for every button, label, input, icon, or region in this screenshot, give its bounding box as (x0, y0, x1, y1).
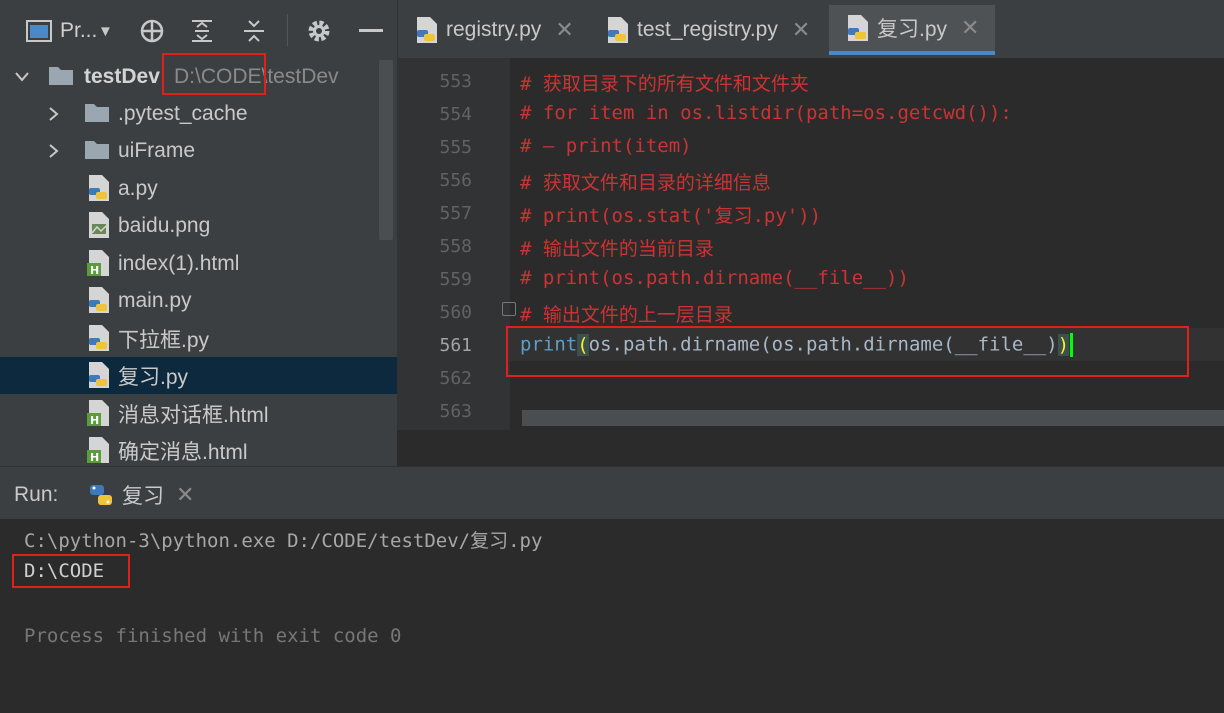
tree-item-label: 消息对话框.html (118, 403, 269, 427)
tree-scrollbar[interactable] (379, 60, 393, 240)
image-file-icon (86, 211, 112, 238)
code-highlight-box (506, 326, 1189, 377)
close-icon[interactable]: ✕ (176, 482, 194, 508)
tab-registry-py[interactable]: registry.py ✕ (414, 5, 574, 55)
tree-item-label: 确定消息.html (118, 440, 248, 464)
folder-icon (84, 100, 110, 126)
line-number: 558 (439, 236, 472, 257)
run-title: Run: (14, 483, 59, 506)
tree-item-label: .pytest_cache (118, 101, 248, 125)
project-view-label[interactable]: Pr... (60, 14, 97, 48)
project-panel: Pr... ▼ testDev D:\CODE\testDev .pytest_… (0, 0, 397, 466)
expand-all-icon[interactable] (186, 14, 218, 48)
locate-target-icon[interactable] (136, 14, 168, 48)
line-number: 562 (439, 368, 472, 389)
tree-item-index-html[interactable]: H index(1).html (0, 245, 397, 282)
collapse-all-icon[interactable] (238, 14, 270, 48)
tree-item-baidu-png[interactable]: baidu.png (0, 207, 397, 244)
tree-item-dropdown-py[interactable]: 下拉框.py (0, 320, 397, 357)
hide-icon[interactable] (354, 14, 388, 48)
code-line: # print(os.stat('复习.py')) (520, 205, 822, 227)
line-number: 556 (439, 170, 472, 191)
fold-marker-icon[interactable] (502, 302, 516, 316)
chevron-down-icon[interactable] (14, 69, 30, 85)
close-icon[interactable]: ✕ (961, 15, 979, 41)
code-line: # 获取目录下的所有文件和文件夹 (520, 73, 809, 95)
run-tab-review[interactable]: 复习 ✕ (88, 473, 194, 517)
html-file-icon: H (86, 436, 112, 464)
run-header: Run: 复习 ✕ (0, 466, 1224, 519)
gear-icon[interactable] (302, 14, 336, 48)
python-icon (88, 482, 114, 508)
tab-review-py[interactable]: 复习.py ✕ (829, 5, 996, 55)
chevron-right-icon[interactable] (46, 143, 62, 159)
editor-tab-bar: registry.py ✕ test_registry.py ✕ 复习.py ✕ (397, 0, 1224, 58)
run-tab-label: 复习 (122, 485, 164, 508)
tab-label: 复习.py (877, 18, 948, 41)
close-icon[interactable]: ✕ (555, 17, 573, 43)
line-number: 557 (439, 203, 472, 224)
tree-item-review-py[interactable]: 复习.py (0, 357, 397, 394)
html-file-icon: H (86, 249, 112, 277)
project-window-icon[interactable] (24, 14, 54, 48)
tree-item-label: main.py (118, 288, 192, 312)
line-number: 563 (439, 401, 472, 422)
python-file-icon (605, 16, 631, 44)
tree-item-label: uiFrame (118, 138, 196, 162)
line-number: 554 (439, 104, 472, 125)
code-line: # 输出文件的当前目录 (520, 238, 714, 260)
python-file-icon (414, 16, 440, 44)
tree-item-uiframe[interactable]: uiFrame (0, 132, 397, 169)
close-icon[interactable]: ✕ (792, 17, 810, 43)
tree-item-pytest-cache[interactable]: .pytest_cache (0, 95, 397, 132)
svg-text:H: H (90, 451, 99, 464)
svg-text:H: H (90, 264, 99, 277)
line-number: 553 (439, 71, 472, 92)
tab-label: registry.py (446, 18, 542, 41)
run-output-exit: Process finished with exit code 0 (24, 625, 402, 647)
project-toolbar: Pr... ▼ (0, 0, 397, 60)
line-number-current: 561 (439, 335, 472, 356)
line-number: 559 (439, 269, 472, 290)
python-file-icon (845, 14, 871, 42)
code-line: # print(os.path.dirname(__file__)) (520, 267, 909, 289)
python-file-icon (86, 174, 112, 201)
tab-test-registry-py[interactable]: test_registry.py ✕ (605, 5, 810, 55)
code-line: # 获取文件和目录的详细信息 (520, 172, 771, 194)
tree-root-name: testDev (84, 64, 160, 88)
tree-item-label: baidu.png (118, 213, 211, 237)
chevron-right-icon[interactable] (46, 106, 62, 122)
code-line: # for item in os.listdir(path=os.getcwd(… (520, 102, 1012, 124)
run-panel: Run: 复习 ✕ C:\python-3\python.exe D:/CODE… (0, 466, 1224, 713)
code-line: # 输出文件的上一层目录 (520, 304, 733, 326)
tree-item-main-py[interactable]: main.py (0, 282, 397, 319)
tree-item-label: a.py (118, 176, 158, 200)
tree-item-a-py[interactable]: a.py (0, 170, 397, 207)
toolbar-separator (287, 14, 288, 46)
folder-icon (48, 63, 74, 89)
python-file-icon (86, 361, 112, 388)
line-number: 555 (439, 137, 472, 158)
python-file-icon (86, 324, 112, 351)
code-line: # — print(item) (520, 135, 692, 157)
svg-text:H: H (90, 414, 99, 427)
output-highlight-box (12, 554, 130, 588)
dropdown-caret-icon[interactable]: ▼ (98, 14, 113, 48)
editor-horizontal-scrollbar[interactable] (522, 410, 1224, 426)
run-output-command: C:\python-3\python.exe D:/CODE/testDev/复… (24, 530, 543, 552)
folder-icon (84, 137, 110, 163)
tree-item-label: 下拉框.py (118, 328, 210, 352)
tab-label: test_registry.py (637, 18, 778, 41)
code-editor[interactable]: 553 554 555 556 557 558 559 560 561 562 … (397, 58, 1224, 430)
tree-item-message-dialog-html[interactable]: H 消息对话框.html (0, 395, 397, 432)
line-number: 560 (439, 302, 472, 323)
tree-item-confirm-message-html[interactable]: H 确定消息.html (0, 432, 397, 466)
tree-item-label: 复习.py (118, 365, 189, 389)
path-highlight-box (162, 53, 266, 95)
tree-item-label: index(1).html (118, 251, 240, 275)
python-file-icon (86, 286, 112, 313)
html-file-icon: H (86, 399, 112, 427)
